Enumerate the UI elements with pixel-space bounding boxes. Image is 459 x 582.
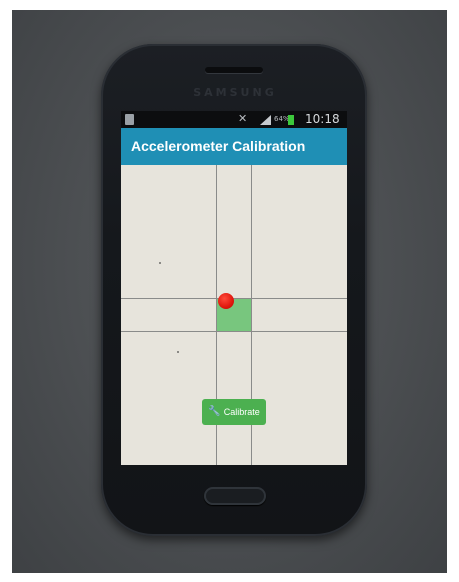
sim-icon <box>125 114 134 125</box>
screen-speck <box>159 262 161 264</box>
status-bar: ✕ 64% 10:18 <box>121 111 347 128</box>
app-title: Accelerometer Calibration <box>131 138 306 154</box>
calibrate-button-label: Calibrate <box>223 407 260 417</box>
grid-line-horizontal-bottom <box>121 331 347 332</box>
level-ball <box>218 293 234 309</box>
brand-logo: SAMSUNG <box>193 86 277 99</box>
action-bar: Accelerometer Calibration <box>121 128 347 165</box>
battery-icon <box>288 115 294 125</box>
signal-icon <box>260 115 271 125</box>
calibration-canvas[interactable]: 🔧 Calibrate <box>121 165 347 465</box>
wrench-icon: 🔧 <box>208 406 221 417</box>
status-time: 10:18 <box>305 112 340 126</box>
earpiece-speaker <box>205 67 263 73</box>
calibrate-button[interactable]: 🔧 Calibrate <box>202 399 266 425</box>
mute-icon: ✕ <box>238 112 248 125</box>
screen-speck <box>177 351 179 353</box>
home-button[interactable] <box>204 487 266 505</box>
